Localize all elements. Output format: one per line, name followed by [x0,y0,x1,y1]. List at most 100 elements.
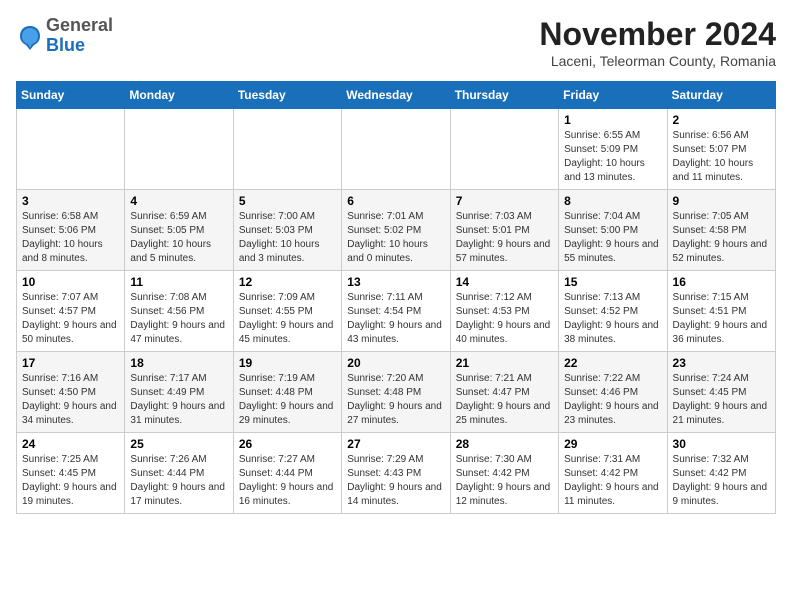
day-number: 19 [239,356,336,370]
day-number: 1 [564,113,661,127]
day-number: 17 [22,356,119,370]
day-number: 16 [673,275,770,289]
day-info: Sunrise: 6:59 AM Sunset: 5:05 PM Dayligh… [130,210,227,266]
day-info: Sunrise: 7:11 AM Sunset: 4:54 PM Dayligh… [347,291,444,347]
day-number: 13 [347,275,444,289]
logo-general-text: General [46,15,113,35]
logo-icon [16,22,44,50]
day-number: 27 [347,437,444,451]
calendar-cell: 28Sunrise: 7:30 AM Sunset: 4:42 PM Dayli… [450,433,558,514]
day-number: 20 [347,356,444,370]
day-info: Sunrise: 6:56 AM Sunset: 5:07 PM Dayligh… [673,129,770,185]
weekday-header: Wednesday [342,82,450,109]
weekday-header-row: SundayMondayTuesdayWednesdayThursdayFrid… [17,82,776,109]
calendar-cell: 12 Sunrise: 7:09 AM Sunset: 4:55 PM Dayli… [233,271,341,352]
calendar-cell: 30Sunrise: 7:32 AM Sunset: 4:42 PM Dayli… [667,433,775,514]
calendar-table: SundayMondayTuesdayWednesdayThursdayFrid… [16,81,776,514]
day-info: Sunrise: 7:13 AM Sunset: 4:52 PM Dayligh… [564,291,661,347]
calendar-cell: 23 Sunrise: 7:24 AM Sunset: 4:45 PM Dayli… [667,352,775,433]
day-info: Sunrise: 7:09 AM Sunset: 4:55 PM Dayligh… [239,291,336,347]
day-info: Sunrise: 6:58 AM Sunset: 5:06 PM Dayligh… [22,210,119,266]
calendar-cell: 11 Sunrise: 7:08 AM Sunset: 4:56 PM Dayli… [125,271,233,352]
day-info: Sunrise: 7:26 AM Sunset: 4:44 PM Dayligh… [130,453,227,509]
day-info: Sunrise: 7:24 AM Sunset: 4:45 PM Dayligh… [673,372,770,428]
page-header: General Blue November 2024 Laceni, Teleo… [16,16,776,69]
day-info: Sunrise: 6:55 AM Sunset: 5:09 PM Dayligh… [564,129,661,185]
calendar-cell: 26 Sunrise: 7:27 AM Sunset: 4:44 PM Dayli… [233,433,341,514]
day-number: 6 [347,194,444,208]
calendar-cell: 24 Sunrise: 7:25 AM Sunset: 4:45 PM Dayli… [17,433,125,514]
title-block: November 2024 Laceni, Teleorman County, … [539,16,776,69]
calendar-cell: 5Sunrise: 7:00 AM Sunset: 5:03 PM Daylig… [233,190,341,271]
calendar-week-row: 10Sunrise: 7:07 AM Sunset: 4:57 PM Dayli… [17,271,776,352]
day-info: Sunrise: 7:01 AM Sunset: 5:02 PM Dayligh… [347,210,444,266]
day-number: 23 [673,356,770,370]
day-number: 7 [456,194,553,208]
day-number: 28 [456,437,553,451]
calendar-cell: 2 Sunrise: 6:56 AM Sunset: 5:07 PM Daylig… [667,109,775,190]
day-info: Sunrise: 7:04 AM Sunset: 5:00 PM Dayligh… [564,210,661,266]
calendar-cell: 3Sunrise: 6:58 AM Sunset: 5:06 PM Daylig… [17,190,125,271]
calendar-cell [125,109,233,190]
day-info: Sunrise: 7:22 AM Sunset: 4:46 PM Dayligh… [564,372,661,428]
logo-blue-text: Blue [46,35,85,55]
calendar-cell: 19 Sunrise: 7:19 AM Sunset: 4:48 PM Dayli… [233,352,341,433]
logo: General Blue [16,16,113,56]
day-info: Sunrise: 7:21 AM Sunset: 4:47 PM Dayligh… [456,372,553,428]
calendar-cell [450,109,558,190]
location-subtitle: Laceni, Teleorman County, Romania [539,53,776,69]
day-info: Sunrise: 7:08 AM Sunset: 4:56 PM Dayligh… [130,291,227,347]
day-number: 12 [239,275,336,289]
day-number: 29 [564,437,661,451]
calendar-cell: 15 Sunrise: 7:13 AM Sunset: 4:52 PM Dayli… [559,271,667,352]
calendar-cell: 29Sunrise: 7:31 AM Sunset: 4:42 PM Dayli… [559,433,667,514]
day-number: 14 [456,275,553,289]
weekday-header: Friday [559,82,667,109]
day-info: Sunrise: 7:32 AM Sunset: 4:42 PM Dayligh… [673,453,770,509]
day-info: Sunrise: 7:03 AM Sunset: 5:01 PM Dayligh… [456,210,553,266]
day-number: 5 [239,194,336,208]
day-number: 21 [456,356,553,370]
day-info: Sunrise: 7:19 AM Sunset: 4:48 PM Dayligh… [239,372,336,428]
day-info: Sunrise: 7:20 AM Sunset: 4:48 PM Dayligh… [347,372,444,428]
calendar-cell: 1 Sunrise: 6:55 AM Sunset: 5:09 PM Daylig… [559,109,667,190]
weekday-header: Thursday [450,82,558,109]
calendar-cell: 6 Sunrise: 7:01 AM Sunset: 5:02 PM Daylig… [342,190,450,271]
calendar-cell: 20 Sunrise: 7:20 AM Sunset: 4:48 PM Dayli… [342,352,450,433]
calendar-cell: 14Sunrise: 7:12 AM Sunset: 4:53 PM Dayli… [450,271,558,352]
day-info: Sunrise: 7:27 AM Sunset: 4:44 PM Dayligh… [239,453,336,509]
calendar-cell: 22 Sunrise: 7:22 AM Sunset: 4:46 PM Dayli… [559,352,667,433]
weekday-header: Tuesday [233,82,341,109]
calendar-cell: 18Sunrise: 7:17 AM Sunset: 4:49 PM Dayli… [125,352,233,433]
calendar-cell [233,109,341,190]
day-number: 8 [564,194,661,208]
day-number: 11 [130,275,227,289]
weekday-header: Sunday [17,82,125,109]
calendar-cell: 17 Sunrise: 7:16 AM Sunset: 4:50 PM Dayli… [17,352,125,433]
day-info: Sunrise: 7:15 AM Sunset: 4:51 PM Dayligh… [673,291,770,347]
weekday-header: Monday [125,82,233,109]
calendar-week-row: 17 Sunrise: 7:16 AM Sunset: 4:50 PM Dayli… [17,352,776,433]
day-number: 9 [673,194,770,208]
calendar-cell: 13 Sunrise: 7:11 AM Sunset: 4:54 PM Dayli… [342,271,450,352]
day-info: Sunrise: 7:25 AM Sunset: 4:45 PM Dayligh… [22,453,119,509]
day-info: Sunrise: 7:16 AM Sunset: 4:50 PM Dayligh… [22,372,119,428]
calendar-cell [17,109,125,190]
weekday-header: Saturday [667,82,775,109]
calendar-cell: 7 Sunrise: 7:03 AM Sunset: 5:01 PM Daylig… [450,190,558,271]
day-number: 10 [22,275,119,289]
calendar-cell: 21 Sunrise: 7:21 AM Sunset: 4:47 PM Dayli… [450,352,558,433]
day-number: 15 [564,275,661,289]
calendar-cell: 25Sunrise: 7:26 AM Sunset: 4:44 PM Dayli… [125,433,233,514]
day-info: Sunrise: 7:29 AM Sunset: 4:43 PM Dayligh… [347,453,444,509]
day-number: 24 [22,437,119,451]
day-number: 22 [564,356,661,370]
calendar-cell: 4Sunrise: 6:59 AM Sunset: 5:05 PM Daylig… [125,190,233,271]
calendar-week-row: 1 Sunrise: 6:55 AM Sunset: 5:09 PM Daylig… [17,109,776,190]
calendar-week-row: 24 Sunrise: 7:25 AM Sunset: 4:45 PM Dayli… [17,433,776,514]
day-info: Sunrise: 7:17 AM Sunset: 4:49 PM Dayligh… [130,372,227,428]
calendar-cell: 16 Sunrise: 7:15 AM Sunset: 4:51 PM Dayli… [667,271,775,352]
day-number: 2 [673,113,770,127]
day-number: 26 [239,437,336,451]
day-info: Sunrise: 7:05 AM Sunset: 4:58 PM Dayligh… [673,210,770,266]
